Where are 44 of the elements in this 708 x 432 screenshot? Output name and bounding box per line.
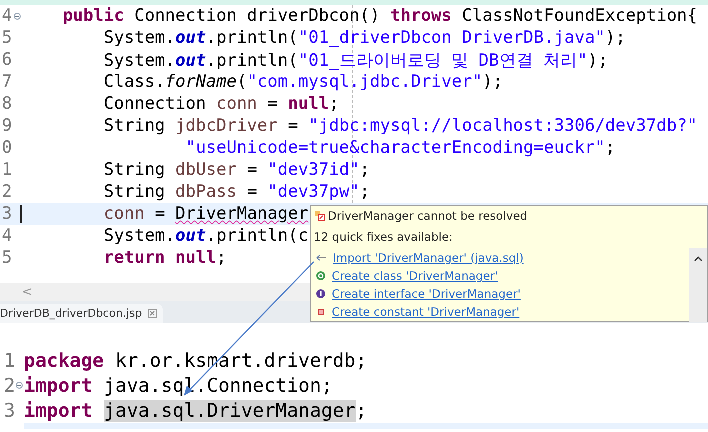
import-icon [316, 254, 327, 262]
line-number: 8 [2, 94, 12, 114]
code-line: public Connection driverDbcon() throws ClassNotFoundException{ [62, 6, 698, 26]
class-icon [316, 271, 326, 281]
vertical-scrollbar[interactable] [689, 248, 707, 322]
code-line: String jdbcDriver = "jdbc:mysql://localhost:3306/dev37db?" [102, 116, 698, 136]
line-number: 4 [2, 6, 12, 26]
line-number: 4 [2, 226, 12, 246]
quick-fix-link[interactable]: Create interface 'DriverManager' [332, 287, 521, 301]
line-number: 5 [2, 28, 12, 48]
line-number: 9 [2, 116, 12, 136]
code-line: conn = DriverManager [102, 204, 309, 224]
line-number: 7 [2, 72, 12, 92]
code-line: System.out.println("01_드라이버로딩 및 DB연결 처리"); [102, 50, 608, 72]
code-line: Class.forName("com.mysql.jdbc.Driver"); [102, 72, 504, 92]
problem-message: DriverManager cannot be resolved [328, 209, 528, 223]
line-number: 0 [2, 138, 12, 158]
constant-icon [316, 307, 326, 317]
error-icon [315, 211, 325, 221]
editor-tab[interactable]: DriverDB_driverDbcon.jsp [0, 304, 164, 323]
close-icon[interactable] [148, 309, 158, 318]
fold-icon[interactable] [16, 382, 23, 389]
code-line: "useUnicode=true&characterEncoding=euckr"; [184, 138, 616, 158]
code-line: String dbUser = "dev37id"; [102, 160, 370, 180]
code-line: String dbPass = "dev37pw"; [102, 182, 370, 202]
line-number: 2 [2, 182, 12, 202]
fold-icon[interactable] [14, 12, 21, 20]
code-line: Connection conn = null; [102, 94, 340, 114]
line-number: 5 [2, 248, 12, 268]
quick-fix-link[interactable]: Create constant 'DriverManager' [332, 305, 520, 319]
code-line: return null; [102, 248, 227, 268]
line-number: 1 [4, 350, 16, 372]
code-line: System.out.println("01_driverDbcon DriverDB.java"); [102, 28, 626, 48]
code-line: System.out.println(c [102, 226, 309, 246]
scroll-up-icon[interactable] [694, 256, 702, 262]
line-number: 1 [2, 160, 12, 180]
quick-fix-count: 12 quick fixes available: [313, 229, 454, 246]
line-number: 3 [4, 400, 16, 422]
line-number: 3 [2, 204, 12, 224]
quick-fix-link[interactable]: Import 'DriverManager' (java.sql) [333, 251, 524, 265]
quick-fix-link[interactable]: Create class 'DriverManager' [332, 269, 498, 283]
interface-icon [316, 289, 326, 299]
line-number: 6 [2, 50, 12, 70]
line-number: 2 [4, 374, 16, 396]
